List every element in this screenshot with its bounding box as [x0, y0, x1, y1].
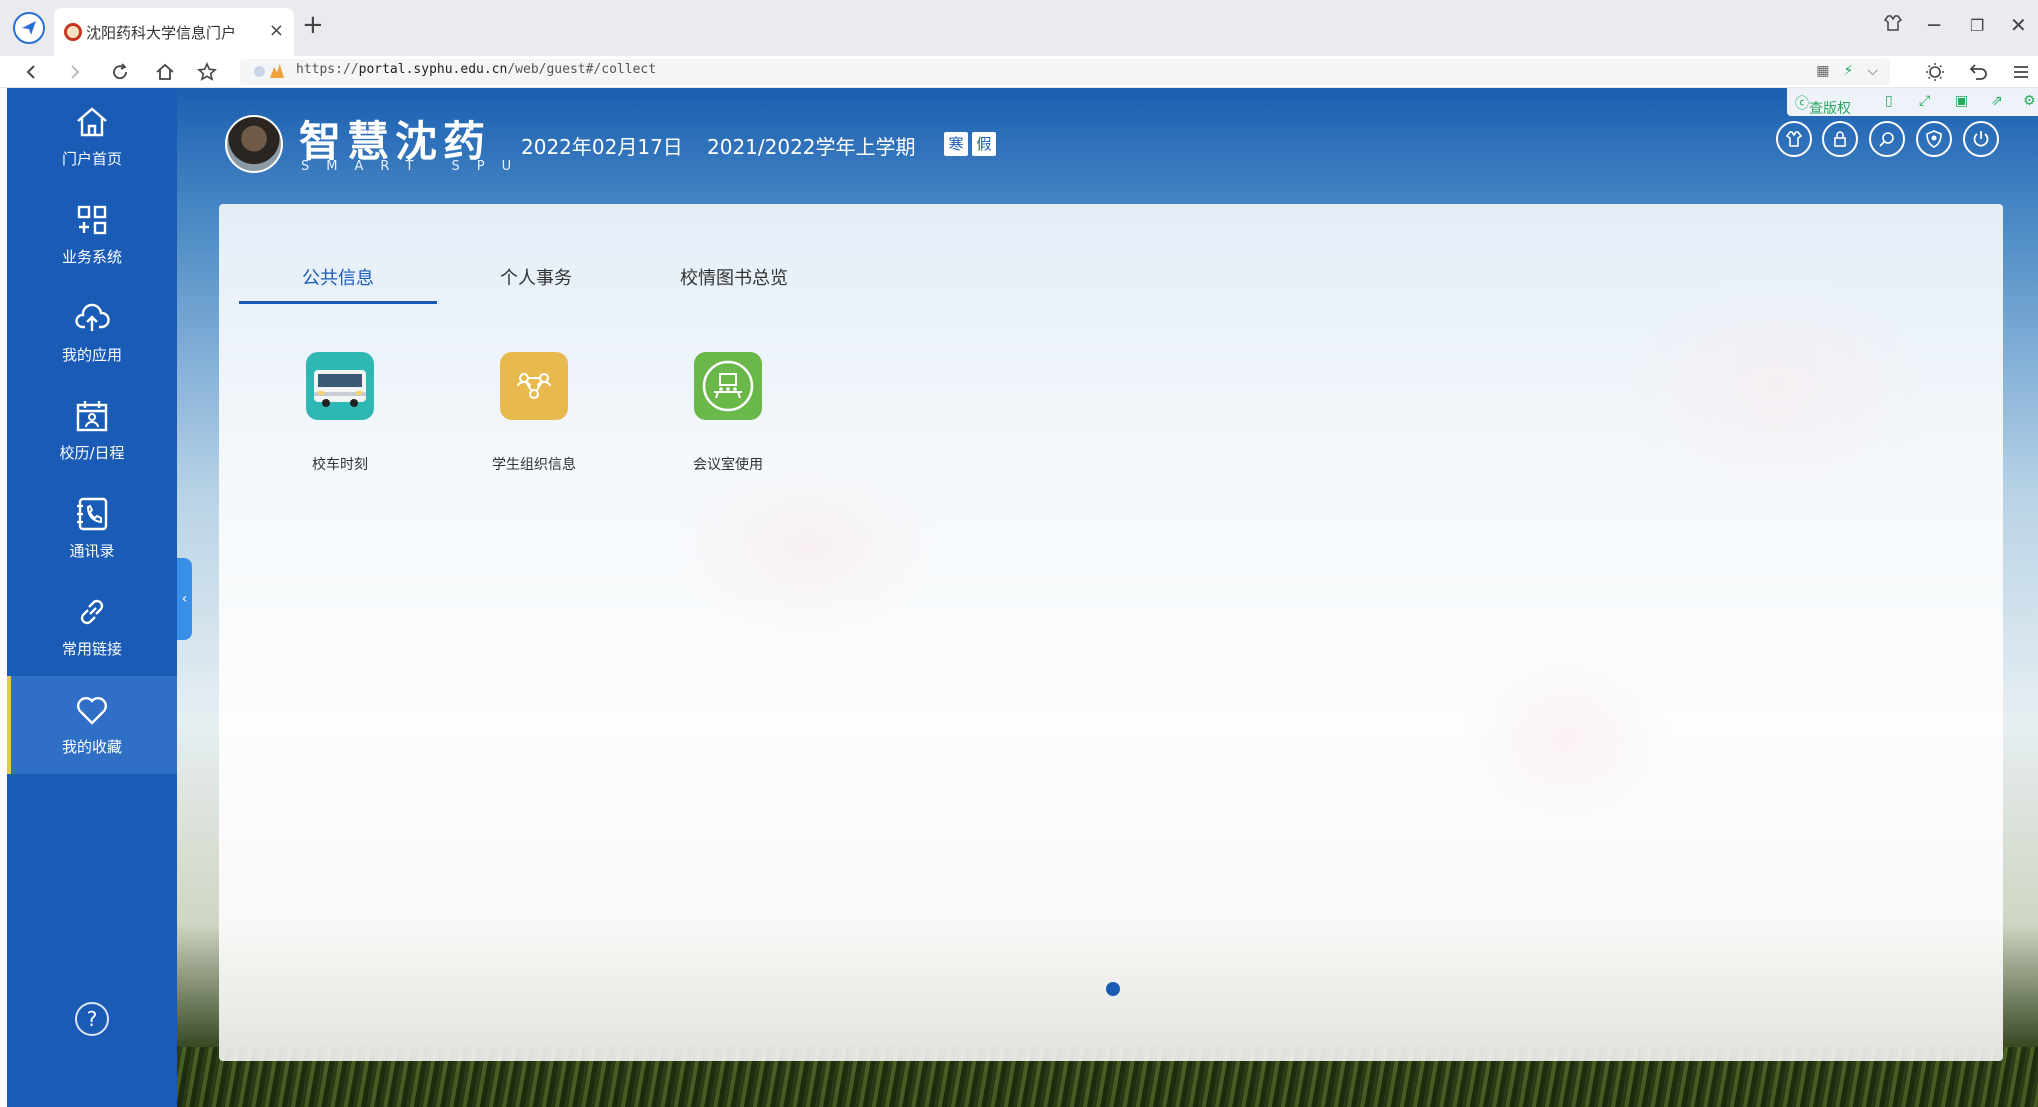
pagination-dot[interactable] [1106, 982, 1120, 996]
calendar-icon [76, 401, 108, 432]
sidebar-item-calendar[interactable]: 校历/日程 [7, 382, 177, 480]
link-icon [80, 599, 104, 625]
lock-icon [1834, 131, 1846, 147]
holiday-badge: 寒 [944, 132, 968, 156]
menu-icon[interactable] [2004, 56, 2038, 88]
tab-title: 沈阳药科大学信息门户 [86, 24, 237, 42]
sidebar-item-favorites[interactable]: 我的收藏 [7, 676, 177, 774]
power-icon [1973, 131, 1989, 147]
save-page-icon[interactable]: ▣ [1955, 93, 1968, 109]
portal-page: 门户首页 业务系统 我的应用 校历/日程 通讯录 常用链接 我的收藏 ? ‹ 智… [7, 88, 2038, 1107]
sidebar-item-label: 我的应用 [61, 346, 122, 364]
holiday-badge: 假 [972, 132, 996, 156]
university-favicon-icon [64, 23, 82, 41]
search-icon [1879, 132, 1894, 147]
heart-icon [77, 697, 107, 725]
search-button[interactable] [1869, 121, 1905, 157]
cloud-upload-icon [75, 303, 110, 331]
sidebar-item-label: 我的收藏 [61, 738, 122, 756]
fullscreen-icon[interactable]: ⤢ [1919, 93, 1930, 109]
meeting-room-icon [694, 352, 762, 420]
app-student-organizations[interactable]: 学生组织信息 [464, 352, 604, 482]
security-button[interactable] [1916, 121, 1952, 157]
sidebar-item-my-apps[interactable]: 我的应用 [7, 284, 177, 382]
shirt-icon [1785, 131, 1803, 147]
grid-icon [77, 205, 107, 235]
reload-button[interactable] [103, 56, 137, 88]
address-bar: https://portal.syphu.edu.cn/web/guest#/c… [0, 56, 2038, 88]
skin-button[interactable] [1776, 121, 1812, 157]
browser-tools-strip: ⓒ 查版权 ▯ ⤢ ▣ ⇗ ⚙ [1787, 88, 2038, 117]
bookmark-star-icon[interactable] [190, 56, 224, 88]
forward-button[interactable] [58, 56, 92, 88]
url-text: https://portal.syphu.edu.cn/web/guest#/c… [296, 62, 657, 77]
app-label: 学生组织信息 [492, 457, 576, 473]
new-tab-button[interactable]: + [302, 10, 324, 40]
tab-public-info[interactable]: 公共信息 [239, 264, 437, 304]
url-field[interactable]: https://portal.syphu.edu.cn/web/guest#/c… [240, 59, 1890, 85]
academic-term: 2021/2022学年上学期 [707, 135, 916, 159]
brand-subtitle: SMART SPU [301, 159, 529, 174]
bus-icon [306, 352, 374, 420]
sidebar-item-business-systems[interactable]: 业务系统 [7, 186, 177, 284]
tab-campus-library-overview[interactable]: 校情图书总览 [635, 264, 833, 304]
sidebar-item-label: 通讯录 [69, 542, 115, 560]
brightness-icon[interactable] [1918, 56, 1952, 88]
organization-icon [500, 352, 568, 420]
sidebar-item-label: 业务系统 [61, 248, 122, 266]
browser-tab[interactable]: 沈阳药科大学信息门户 × [54, 8, 294, 56]
tab-personal-affairs[interactable]: 个人事务 [437, 264, 635, 304]
help-button[interactable]: ? [75, 1002, 109, 1036]
share-icon[interactable]: ⇗ [1991, 93, 2003, 109]
sidebar-item-home[interactable]: 门户首页 [7, 88, 177, 186]
bookmark-tool-icon[interactable]: ▯ [1885, 93, 1893, 109]
shirt-skin-icon[interactable] [1883, 13, 1903, 38]
browser-logo-icon[interactable] [13, 12, 45, 44]
sidebar-item-links[interactable]: 常用链接 [7, 578, 177, 676]
current-date: 2022年02月17日 [521, 135, 683, 159]
minimize-button[interactable]: ─ [1928, 13, 1940, 37]
home-button[interactable] [148, 56, 182, 88]
logout-button[interactable] [1963, 121, 1999, 157]
copyright-check-button[interactable]: ⓒ 查版权 [1795, 93, 1851, 117]
sidebar-item-contacts[interactable]: 通讯录 [7, 480, 177, 578]
back-button[interactable] [14, 56, 48, 88]
app-bus-schedule[interactable]: 校车时刻 [270, 352, 410, 482]
content-panel: 公共信息 个人事务 校情图书总览 校车时刻 学生组织信息 会议室使用 [219, 204, 2003, 1061]
undo-icon[interactable] [1962, 56, 1996, 88]
dropdown-chevron-icon[interactable]: ⌵ [1867, 63, 1878, 79]
sidebar-item-label: 门户首页 [61, 150, 122, 168]
app-meeting-room[interactable]: 会议室使用 [658, 352, 798, 482]
sidebar-item-label: 校历/日程 [59, 444, 125, 462]
app-label: 校车时刻 [312, 457, 368, 473]
tab-close-icon[interactable]: × [269, 20, 284, 41]
close-window-button[interactable]: ✕ [2010, 13, 2027, 37]
browser-tab-bar: 沈阳药科大学信息门户 × + ─ ❐ ✕ [0, 0, 2038, 56]
settings-gear-icon[interactable]: ⚙ [2023, 93, 2036, 109]
qr-code-icon[interactable]: ▦ [1816, 63, 1829, 79]
shield-icon [1926, 130, 1942, 148]
sidebar: 门户首页 业务系统 我的应用 校历/日程 通讯录 常用链接 我的收藏 ? [7, 88, 177, 1107]
app-label: 会议室使用 [693, 457, 763, 473]
phone-book-icon [77, 497, 108, 531]
lock-button[interactable] [1822, 121, 1858, 157]
home-icon [77, 107, 107, 137]
site-info-icon[interactable] [270, 64, 284, 78]
sidebar-item-label: 常用链接 [61, 640, 122, 658]
security-shield-icon [254, 66, 265, 77]
sidebar-collapse-handle[interactable]: ‹ [177, 558, 192, 640]
lightning-icon[interactable]: ⚡ [1844, 63, 1854, 79]
avatar[interactable] [225, 115, 283, 173]
restore-button[interactable]: ❐ [1970, 16, 1984, 35]
